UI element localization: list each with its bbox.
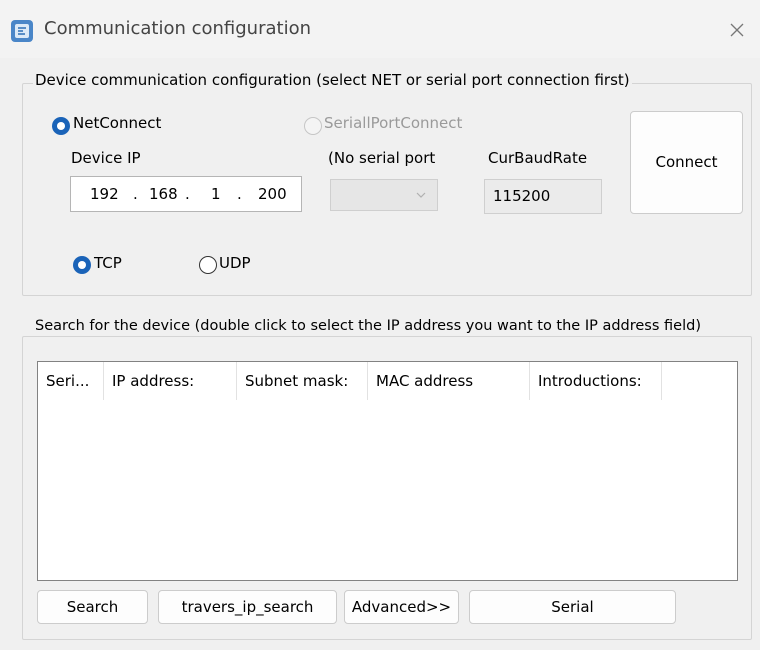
search-button[interactable]: Search	[37, 590, 148, 624]
connect-button[interactable]: Connect	[630, 111, 743, 214]
app-icon	[11, 20, 33, 42]
serialportconnect-radio[interactable]	[304, 117, 322, 135]
ip-dot-3: .	[237, 185, 242, 203]
serial-port-label: (No serial port	[328, 149, 436, 167]
ip-octet-3[interactable]: 1	[211, 185, 221, 203]
ip-octet-4[interactable]: 200	[258, 185, 287, 203]
device-config-group-label: Device communication configuration (sele…	[33, 71, 632, 89]
baud-rate-value: 115200	[493, 187, 551, 205]
title-bar: Communication configuration	[0, 0, 760, 58]
tcp-label[interactable]: TCP	[94, 254, 122, 272]
netconnect-label[interactable]: NetConnect	[73, 114, 161, 132]
netconnect-radio[interactable]	[52, 117, 70, 135]
udp-radio[interactable]	[199, 256, 217, 274]
baud-rate-field: 115200	[484, 179, 602, 214]
column-header-intro[interactable]: Introductions:	[530, 362, 662, 400]
tcp-radio[interactable]	[73, 256, 91, 274]
ip-dot-1: .	[133, 185, 138, 203]
baud-rate-label: CurBaudRate	[488, 149, 588, 167]
chevron-down-icon	[416, 192, 426, 198]
device-list[interactable]: Seri... IP address: Subnet mask: MAC add…	[37, 361, 738, 581]
serial-button[interactable]: Serial	[469, 590, 676, 624]
ip-octet-2[interactable]: 168	[149, 185, 178, 203]
column-header-subnet[interactable]: Subnet mask:	[237, 362, 368, 400]
ip-dot-2: .	[185, 185, 190, 203]
column-header-serial[interactable]: Seri...	[38, 362, 104, 400]
device-ip-label: Device IP	[71, 149, 141, 167]
window-title: Communication configuration	[44, 18, 311, 39]
ip-octet-1[interactable]: 192	[90, 185, 119, 203]
travers-ip-search-button[interactable]: travers_ip_search	[158, 590, 337, 624]
search-group-label: Search for the device (double click to s…	[33, 318, 703, 334]
column-header-ip[interactable]: IP address:	[104, 362, 237, 400]
close-icon[interactable]	[726, 19, 748, 41]
udp-label[interactable]: UDP	[219, 254, 251, 272]
serial-port-select[interactable]	[330, 179, 438, 211]
serialportconnect-label[interactable]: SeriallPortConnect	[324, 114, 462, 132]
device-ip-input[interactable]: 192 . 168 . 1 . 200	[70, 176, 302, 212]
advanced-button[interactable]: Advanced>>	[344, 590, 459, 624]
column-header-mac[interactable]: MAC address	[368, 362, 530, 400]
